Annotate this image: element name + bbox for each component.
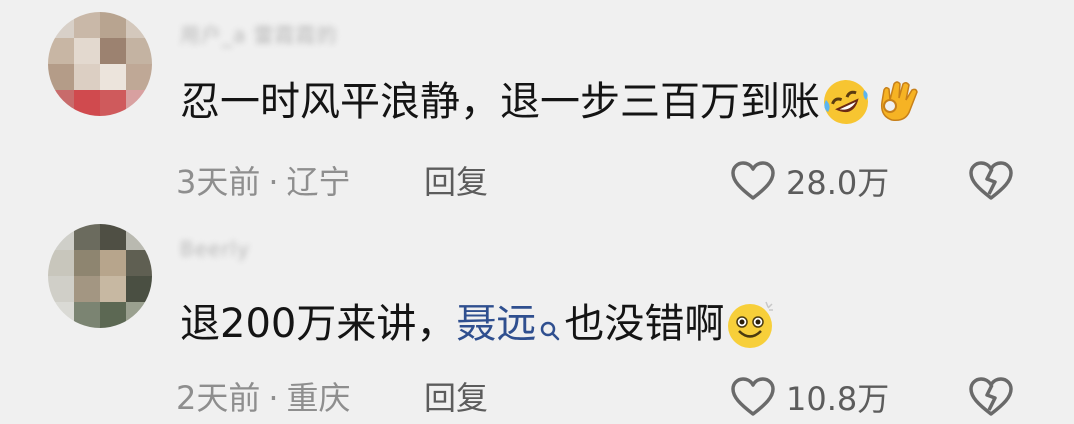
dislike-button[interactable] bbox=[968, 376, 1014, 422]
comment-time: 2天前 bbox=[176, 379, 261, 417]
heart-icon bbox=[730, 376, 776, 422]
username[interactable]: 用户_a 雷霞霞的 bbox=[180, 24, 338, 46]
like-count: 10.8万 bbox=[786, 380, 890, 418]
heart-icon bbox=[730, 160, 776, 206]
broken-heart-icon bbox=[968, 377, 1014, 422]
comment-location: 辽宁 bbox=[286, 163, 351, 201]
comment-body-before: 退200万来讲， bbox=[180, 301, 457, 347]
avatar[interactable] bbox=[48, 12, 152, 116]
meta-separator: · bbox=[268, 163, 279, 201]
broken-heart-icon bbox=[968, 161, 1014, 206]
comment-meta: 3天前 · 辽宁 bbox=[176, 162, 351, 202]
grin-emoji bbox=[724, 298, 776, 350]
like-count: 28.0万 bbox=[786, 164, 890, 202]
search-icon[interactable] bbox=[538, 304, 562, 341]
comment-meta: 2天前 · 重庆 bbox=[176, 378, 351, 418]
comment-text: 退200万来讲， 聂远 也没错啊 bbox=[180, 298, 776, 350]
like-button[interactable]: 10.8万 bbox=[730, 376, 889, 422]
reply-button[interactable]: 回复 bbox=[424, 378, 488, 418]
comment-time: 3天前 bbox=[176, 163, 261, 201]
comment-location: 重庆 bbox=[286, 379, 351, 417]
reply-button[interactable]: 回复 bbox=[424, 162, 488, 202]
mention-link[interactable]: 聂远 bbox=[456, 298, 536, 350]
meta-separator: · bbox=[268, 379, 279, 417]
ok-hand-emoji bbox=[872, 76, 924, 128]
dislike-button[interactable] bbox=[968, 160, 1014, 206]
username[interactable]: Beerly bbox=[180, 238, 250, 260]
comment-body: 忍一时风平浪静，退一步三百万到账 bbox=[180, 79, 820, 125]
avatar[interactable] bbox=[48, 224, 152, 328]
comment-body-after: 也没错啊 bbox=[564, 301, 725, 347]
like-button[interactable]: 28.0万 bbox=[730, 160, 889, 206]
rofl-emoji bbox=[820, 76, 872, 128]
comment-text: 忍一时风平浪静，退一步三百万到账 bbox=[180, 76, 924, 128]
